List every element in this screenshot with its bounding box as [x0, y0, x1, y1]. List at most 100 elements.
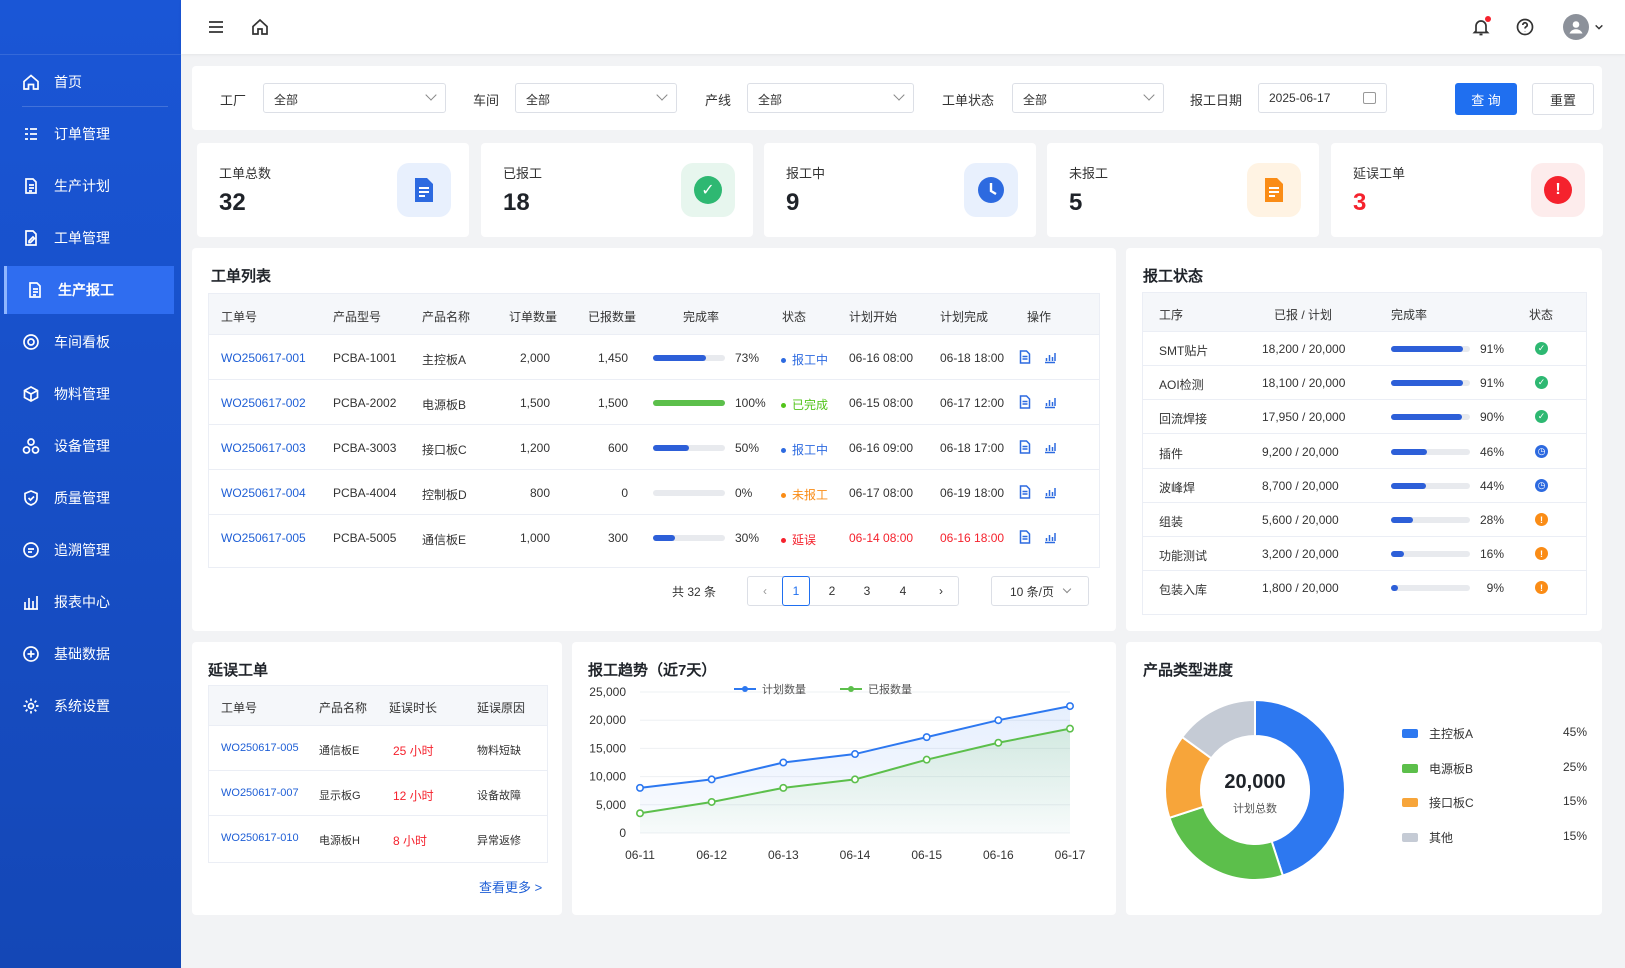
sidebar-item-11[interactable]: 基础数据 — [0, 630, 181, 678]
table-row[interactable]: WO250617-007 显示板G 12 小时 设备故障 — [209, 771, 547, 816]
work-order-id-link[interactable]: WO250617-001 — [221, 351, 306, 365]
table-row[interactable]: WO250617-001 PCBA-1001 主控板A 2,000 1,450 73% 报工… — [209, 335, 1099, 380]
column-header: 产品名称 — [422, 310, 471, 324]
work-order-table: 工单号 产品型号 产品名称 订单数量 已报数量 完成率 状态 计划开始 计划完成 操作 WO250… — [208, 293, 1100, 568]
table-row[interactable]: WO250617-005 通信板E 25 小时 物料短缺 — [209, 726, 547, 771]
legend-label: 接口板C — [1429, 796, 1474, 810]
data-point[interactable] — [994, 716, 1003, 725]
table-header: 工序 已报 / 计划 完成率 状态 — [1143, 293, 1586, 332]
document-icon — [397, 163, 451, 217]
table-row[interactable]: WO250617-010 电源板H 8 小时 异常返修 — [209, 816, 547, 861]
sidebar-item-10[interactable]: 报表中心 — [0, 578, 181, 626]
bell-icon[interactable] — [1470, 16, 1492, 38]
view-detail-icon[interactable] — [1018, 440, 1033, 455]
data-point[interactable] — [850, 750, 859, 759]
view-detail-icon[interactable] — [1018, 395, 1033, 410]
work-order-id-link[interactable]: WO250617-004 — [221, 486, 306, 500]
sidebar-item-2[interactable]: 生产计划 — [0, 162, 181, 210]
page-2-button[interactable]: 2 — [818, 576, 846, 606]
sidebar-item-5[interactable]: 车间看板 — [0, 318, 181, 366]
sidebar-item-1[interactable]: 订单管理 — [0, 110, 181, 158]
page-size-select[interactable]: 10 条/页 — [991, 576, 1089, 606]
table-row[interactable]: WO250617-004 PCBA-4004 控制板D 800 0 0% 未报工 06-17 … — [209, 470, 1099, 515]
sidebar-item-label: 系统设置 — [54, 698, 110, 714]
data-point[interactable] — [1065, 724, 1074, 733]
next-page-button[interactable]: › — [924, 576, 958, 606]
avatar[interactable] — [1563, 14, 1589, 40]
chart-icon[interactable] — [1043, 485, 1058, 500]
data-point[interactable] — [922, 733, 931, 742]
x-tick-label: 06-11 — [625, 848, 655, 862]
stat-value: 32 — [219, 189, 246, 216]
prev-page-button[interactable]: ‹ — [748, 576, 782, 606]
work-order-id-link[interactable]: WO250617-005 — [221, 531, 306, 545]
query-button[interactable]: 查 询 — [1455, 83, 1517, 115]
chevron-down-icon[interactable] — [1593, 16, 1605, 38]
status-label: 工单状态 — [942, 93, 995, 108]
chart-icon[interactable] — [1043, 530, 1058, 545]
completion-rate: 28% — [1479, 513, 1504, 527]
menu-toggle-icon[interactable] — [205, 16, 227, 38]
help-icon[interactable] — [1514, 16, 1536, 38]
calendar-icon — [1363, 92, 1376, 104]
data-point[interactable] — [707, 797, 716, 806]
chart-icon[interactable] — [1043, 395, 1058, 410]
legend-swatch — [1402, 798, 1418, 807]
sidebar-item-8[interactable]: 质量管理 — [0, 474, 181, 522]
work-order-id-link[interactable]: WO250617-007 — [221, 787, 299, 799]
view-detail-icon[interactable] — [1018, 485, 1033, 500]
home-icon[interactable] — [249, 16, 271, 38]
page-1-button[interactable]: 1 — [782, 576, 810, 606]
work-order-id-link[interactable]: WO250617-005 — [221, 742, 299, 754]
sidebar-item-label: 订单管理 — [54, 126, 110, 142]
reset-button[interactable]: 重置 — [1532, 83, 1594, 115]
page-3-button[interactable]: 3 — [853, 576, 881, 606]
data-point[interactable] — [994, 738, 1003, 747]
data-point[interactable] — [707, 775, 716, 784]
page-4-button[interactable]: 4 — [889, 576, 917, 606]
factory-select[interactable]: 全部 — [263, 83, 446, 113]
data-point[interactable] — [636, 809, 645, 818]
status-select[interactable]: 全部 — [1012, 83, 1164, 113]
sidebar-item-3[interactable]: 工单管理 — [0, 214, 181, 262]
data-point[interactable] — [1065, 702, 1074, 711]
order-qty: 1,000 — [519, 531, 550, 545]
plan-end: 06-18 18:00 — [940, 351, 1005, 365]
sidebar-item-6[interactable]: 物料管理 — [0, 370, 181, 418]
chart-icon[interactable] — [1043, 350, 1058, 365]
sidebar-item-12[interactable]: 系统设置 — [0, 682, 181, 730]
data-point[interactable] — [636, 783, 645, 792]
workshop-select[interactable]: 全部 — [515, 83, 677, 113]
data-point[interactable] — [850, 775, 859, 784]
table-row[interactable]: WO250617-003 PCBA-3003 接口板C 1,200 600 50% 报工中 0… — [209, 425, 1099, 470]
view-detail-icon[interactable] — [1018, 350, 1033, 365]
work-order-id-link[interactable]: WO250617-002 — [221, 396, 306, 410]
process-name: AOI检测 — [1159, 378, 1204, 393]
date-picker[interactable]: 2025-06-17 — [1258, 83, 1387, 113]
reported-vs-plan: 5,600 / 20,000 — [1262, 513, 1339, 527]
view-detail-icon[interactable] — [1018, 530, 1033, 545]
view-more-link[interactable]: 查看更多 > — [479, 877, 542, 896]
sidebar-item-9[interactable]: 追溯管理 — [0, 526, 181, 574]
sidebar-item-0[interactable]: 首页 — [0, 58, 181, 106]
product-name: 通信板E — [319, 745, 360, 757]
data-point[interactable] — [779, 783, 788, 792]
line-select[interactable]: 全部 — [747, 83, 914, 113]
work-order-id-link[interactable]: WO250617-003 — [221, 441, 306, 455]
sidebar-item-7[interactable]: 设备管理 — [0, 422, 181, 470]
work-order-id-link[interactable]: WO250617-010 — [221, 832, 299, 844]
sidebar-item-4[interactable]: 生产报工 — [4, 266, 174, 314]
table-row: 回流焊接 17,950 / 20,000 90% ✓ — [1143, 400, 1586, 435]
table-row[interactable]: WO250617-005 PCBA-5005 通信板E 1,000 300 30% 延误 06… — [209, 515, 1099, 560]
donut-slice[interactable] — [1168, 805, 1285, 881]
data-point[interactable] — [779, 758, 788, 767]
product-name: 控制板D — [422, 488, 467, 502]
chevron-down-icon — [425, 89, 437, 101]
data-point[interactable] — [922, 755, 931, 764]
table-row[interactable]: WO250617-002 PCBA-2002 电源板B 1,500 1,500 100% 已… — [209, 380, 1099, 425]
chart-icon[interactable] — [1043, 440, 1058, 455]
delay-duration: 12 小时 — [393, 789, 434, 803]
status-badge: 报工中 — [781, 441, 828, 458]
order-qty: 1,200 — [519, 441, 550, 455]
process-name: 包装入库 — [1159, 583, 1208, 598]
